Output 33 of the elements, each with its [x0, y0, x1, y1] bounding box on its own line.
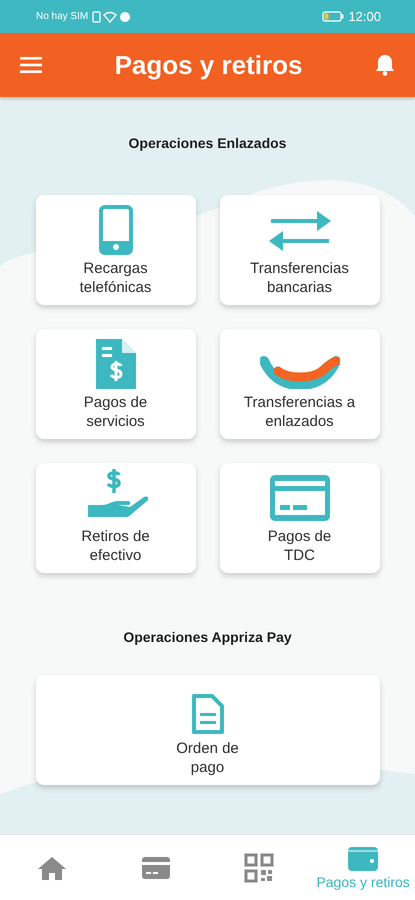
- card-label: Transferencias bancarias: [250, 259, 349, 297]
- credit-card-icon: [140, 856, 171, 880]
- signal-icons: [92, 10, 132, 22]
- home-icon: [36, 854, 67, 880]
- operation-card[interactable]: Orden de pago: [36, 675, 380, 785]
- operation-card[interactable]: Transferencias bancarias: [220, 195, 380, 305]
- card-label: Pagos de servicios: [84, 393, 148, 431]
- bell-icon: [374, 54, 395, 76]
- phone-icon: [98, 205, 132, 255]
- operation-card[interactable]: Retiros de efectivo: [36, 463, 196, 573]
- wallet-icon: [347, 846, 380, 872]
- section-heading: Operaciones Enlazados: [128, 135, 286, 151]
- menu-icon: [20, 57, 42, 73]
- operation-card[interactable]: Transferencias a enlazados: [220, 329, 380, 439]
- clock-text: 12:00: [348, 9, 381, 24]
- card-label: Pagos de TDC: [268, 527, 332, 565]
- operation-card[interactable]: Pagos de TDC: [220, 463, 380, 573]
- section-heading: Operaciones Appriza Pay: [123, 629, 292, 645]
- card-label: Retiros de efectivo: [81, 527, 150, 565]
- qr-code-icon: [244, 852, 274, 882]
- nav-label: Pagos y retiros: [316, 874, 410, 890]
- operation-card[interactable]: Recargas telefónicas: [36, 195, 196, 305]
- smile-logo-icon: [260, 353, 340, 389]
- card-label: Transferencias a enlazados: [244, 393, 356, 431]
- card-label: Orden de pago: [176, 739, 239, 777]
- battery-icon: [322, 11, 344, 22]
- document-icon: [190, 693, 224, 735]
- credit-card-icon: [268, 473, 332, 523]
- card-label: Recargas telefónicas: [80, 259, 152, 297]
- operation-card[interactable]: Pagos de servicios: [36, 329, 196, 439]
- screen-title: Pagos y retiros: [114, 50, 302, 80]
- carrier-text: No hay SIM: [36, 11, 88, 22]
- invoice-icon: [96, 337, 136, 389]
